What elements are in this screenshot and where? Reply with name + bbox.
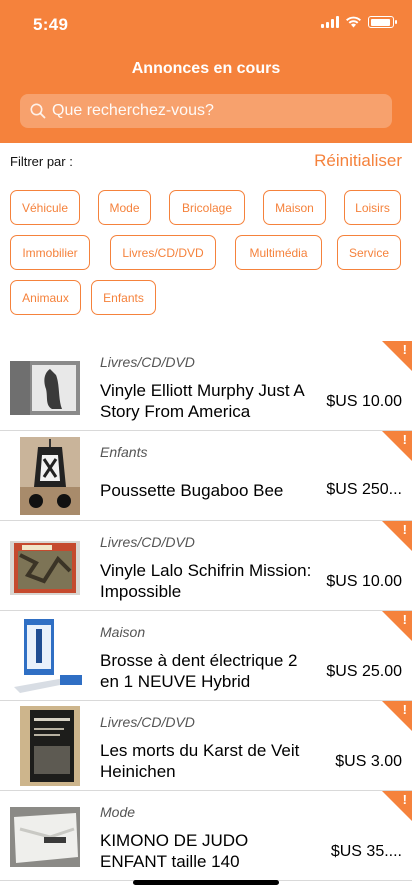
listing-title: Poussette Bugaboo Bee <box>100 481 284 500</box>
listing-category: Livres/CD/DVD <box>100 354 195 370</box>
vinyl-record-photo-icon <box>10 541 80 595</box>
cellular-signal-icon <box>321 16 339 28</box>
chip-vehicule[interactable]: Véhicule <box>10 190 80 225</box>
list-item[interactable]: Mode KIMONO DE JUDO ENFANT taille 140 $U… <box>0 791 412 881</box>
vinyl-record-photo-icon <box>10 361 80 415</box>
status-icons <box>321 16 397 28</box>
alert-flag-icon <box>382 701 412 731</box>
home-indicator[interactable] <box>133 880 279 885</box>
listing-title: Brosse à dent électrique 2 en 1 NEUVE Hy… <box>100 651 298 691</box>
chip-immobilier[interactable]: Immobilier <box>10 235 90 270</box>
list-item[interactable]: Livres/CD/DVD Vinyle Elliott Murphy Just… <box>0 341 412 431</box>
listing-price: $US 3.00 <box>335 753 402 770</box>
chip-animaux[interactable]: Animaux <box>10 280 81 315</box>
listing-title: Vinyle Lalo Schifrin Mission: Impossible <box>100 561 312 601</box>
chip-bricolage[interactable]: Bricolage <box>169 190 245 225</box>
listing-list: Livres/CD/DVD Vinyle Elliott Murphy Just… <box>0 341 412 881</box>
listing-price: $US 25.00 <box>326 663 402 680</box>
kimono-photo-icon <box>10 807 80 867</box>
listing-price: $US 250... <box>326 481 402 498</box>
list-item[interactable]: Livres/CD/DVD Vinyle Lalo Schifrin Missi… <box>0 521 412 611</box>
list-item[interactable]: Livres/CD/DVD Les morts du Karst de Veit… <box>0 701 412 791</box>
chip-livres-cd-dvd[interactable]: Livres/CD/DVD <box>110 235 216 270</box>
filter-label: Filtrer par : <box>10 154 73 169</box>
reset-button[interactable]: Réinitialiser <box>314 151 402 171</box>
listing-title: KIMONO DE JUDO ENFANT taille 140 <box>100 831 249 871</box>
list-item[interactable]: Maison Brosse à dent électrique 2 en 1 N… <box>0 611 412 701</box>
flag-mark: ! <box>402 342 407 357</box>
wifi-icon <box>346 16 361 28</box>
alert-flag-icon <box>382 611 412 641</box>
alert-flag-icon <box>382 521 412 551</box>
chip-maison[interactable]: Maison <box>263 190 326 225</box>
chip-enfants[interactable]: Enfants <box>91 280 156 315</box>
chip-multimedia[interactable]: Multimédia <box>235 235 322 270</box>
status-time: 5:49 <box>33 15 69 34</box>
listing-category: Livres/CD/DVD <box>100 714 195 730</box>
flag-mark: ! <box>402 432 407 447</box>
chip-mode[interactable]: Mode <box>98 190 151 225</box>
app-header: 5:49 Annonces en cours <box>0 0 412 143</box>
book-photo-icon <box>20 706 80 786</box>
flag-mark: ! <box>402 702 407 717</box>
stroller-photo-icon <box>20 437 80 515</box>
list-item[interactable]: Enfants Poussette Bugaboo Bee $US 250...… <box>0 431 412 521</box>
listing-category: Maison <box>100 624 146 640</box>
listing-title: Les morts du Karst de Veit Heinichen <box>100 741 300 781</box>
chip-loisirs[interactable]: Loisirs <box>344 190 401 225</box>
alert-flag-icon <box>382 791 412 821</box>
filter-chips: Véhicule Mode Bricolage Maison Loisirs I… <box>10 190 406 315</box>
toothbrush-photo-icon <box>10 615 90 695</box>
listing-price: $US 35.... <box>330 843 402 860</box>
search-bar[interactable] <box>20 94 392 128</box>
chip-service[interactable]: Service <box>337 235 401 270</box>
listing-title: Vinyle Elliott Murphy Just A Story From … <box>100 381 304 421</box>
alert-flag-icon <box>382 431 412 461</box>
page-title: Annonces en cours <box>131 60 281 77</box>
listing-price: $US 10.00 <box>326 573 402 590</box>
listing-category: Mode <box>100 804 136 820</box>
flag-mark: ! <box>402 522 407 537</box>
listing-category: Enfants <box>100 444 148 460</box>
flag-mark: ! <box>402 792 407 807</box>
search-input[interactable] <box>52 102 372 120</box>
battery-icon <box>368 16 397 28</box>
search-icon <box>30 103 46 119</box>
alert-flag-icon <box>382 341 412 371</box>
listing-category: Livres/CD/DVD <box>100 534 195 550</box>
flag-mark: ! <box>402 612 407 627</box>
listing-price: $US 10.00 <box>326 393 402 410</box>
